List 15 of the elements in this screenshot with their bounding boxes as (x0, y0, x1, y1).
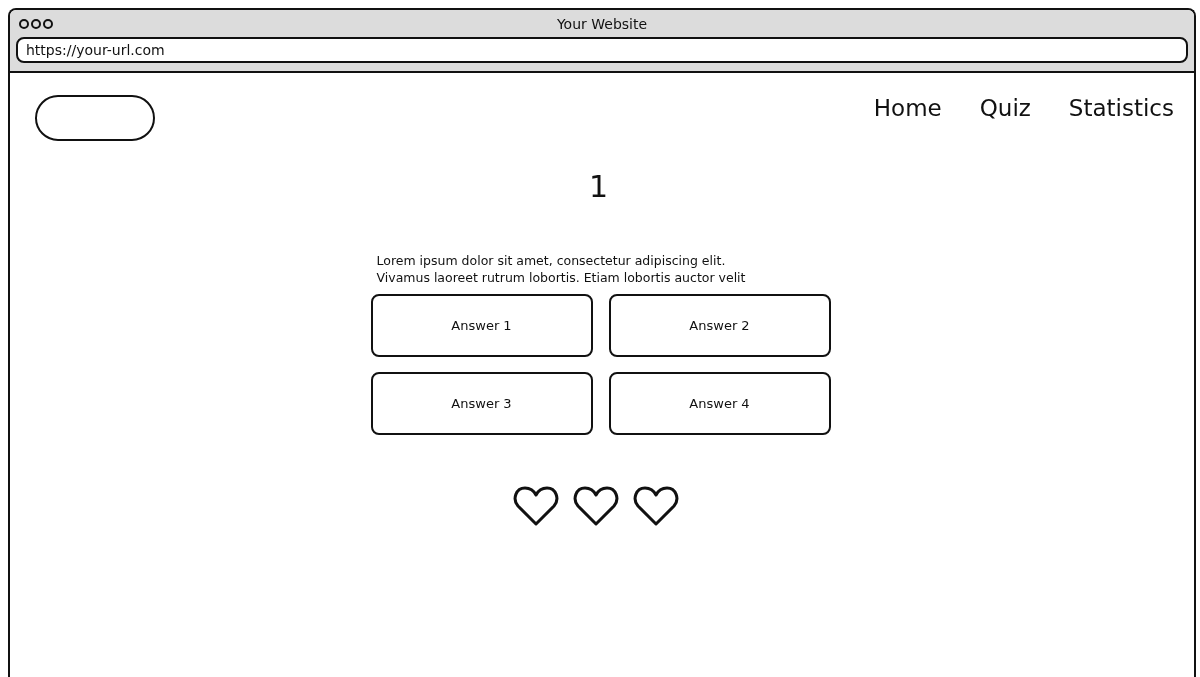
nav-link[interactable]: Home (873, 95, 942, 121)
address-field[interactable]: https://your-url.com (16, 37, 1188, 63)
answer-button[interactable]: Answer 1 (370, 294, 593, 357)
nav-link[interactable]: Quiz (979, 95, 1031, 121)
heart-icon (572, 485, 619, 527)
question-text: Lorem ipsum dolor sit amet, consectetur adipiscing elit. Vivamus laoreet rutrum lobortis. Etiam lobortis auctor velit (376, 252, 747, 286)
nav-link[interactable]: Statistics (1068, 95, 1174, 121)
answer-button[interactable]: Answer 2 (608, 294, 831, 357)
answer-button[interactable]: Answer 3 (370, 372, 593, 435)
logo-placeholder[interactable] (35, 95, 155, 141)
heart-icon (512, 485, 559, 527)
answer-button[interactable]: Answer 4 (608, 372, 831, 435)
window-title: Your Website (556, 16, 648, 32)
heart-icon (632, 485, 679, 527)
question-number: 1 (588, 169, 609, 204)
